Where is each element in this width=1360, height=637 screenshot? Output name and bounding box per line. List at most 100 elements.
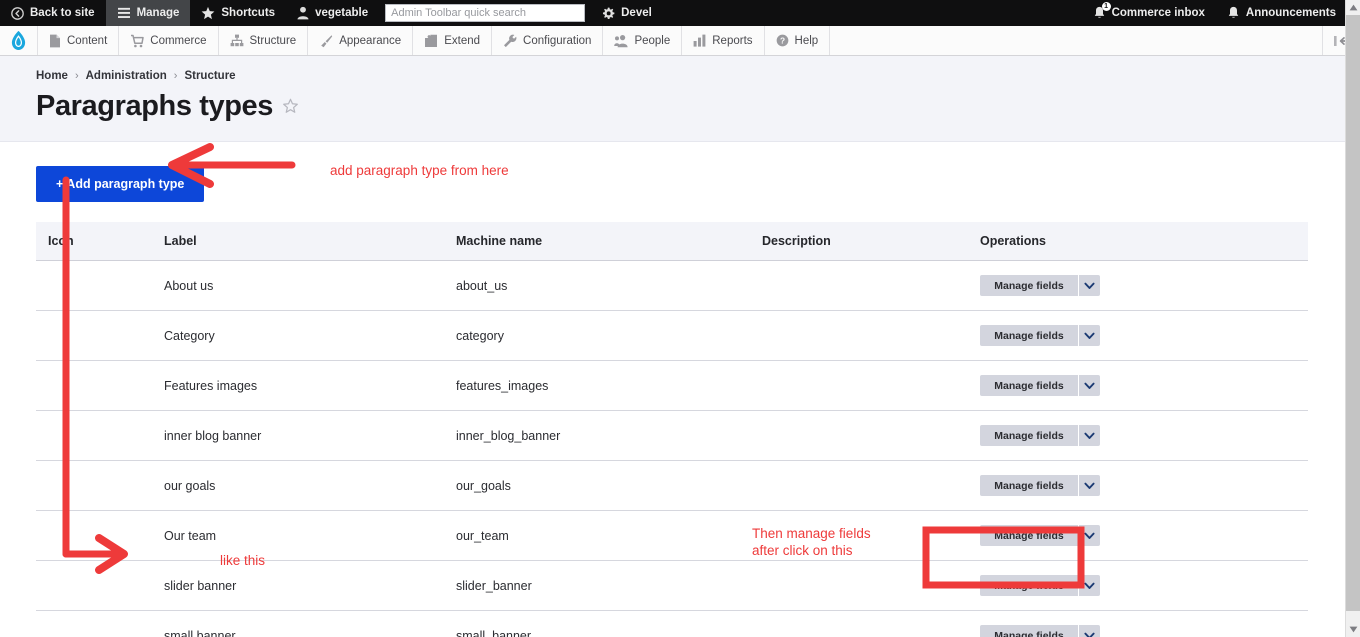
star-icon: [201, 6, 215, 20]
cell-label: Category: [164, 310, 456, 361]
cell-operations: Manage fields: [980, 260, 1308, 311]
cell-icon: [36, 460, 164, 511]
breadcrumb-item-administration[interactable]: Administration: [86, 70, 167, 82]
cell-operations: Manage fields: [980, 410, 1308, 461]
chevron-down-icon[interactable]: [1078, 475, 1100, 496]
scroll-down-button[interactable]: [1346, 622, 1360, 637]
menu-item-reports-label: Reports: [712, 34, 753, 47]
menu-item-help[interactable]: ? Help: [765, 26, 831, 55]
manage-fields-button[interactable]: Manage fields: [980, 475, 1100, 496]
breadcrumb-item-structure[interactable]: Structure: [184, 70, 235, 82]
admin-toolbar-user[interactable]: vegetable: [286, 0, 379, 26]
menu-item-commerce-label: Commerce: [150, 34, 207, 47]
commerce-inbox-badge-count: 1: [1101, 2, 1111, 11]
admin-toolbar-shortcuts[interactable]: Shortcuts: [190, 0, 286, 26]
cell-operations: Manage fields: [980, 610, 1308, 637]
menu-item-appearance[interactable]: Appearance: [308, 26, 414, 55]
cart-icon: [130, 34, 145, 48]
main-content: + Add paragraph type Icon Label Machine …: [0, 142, 1360, 637]
manage-fields-button[interactable]: Manage fields: [980, 325, 1100, 346]
column-header-label: Label: [164, 222, 456, 261]
admin-toolbar-search-wrapper: [379, 0, 591, 26]
scroll-up-button[interactable]: [1346, 0, 1360, 15]
menu-item-commerce[interactable]: Commerce: [119, 26, 219, 55]
scrollbar-thumb[interactable]: [1346, 15, 1360, 611]
chevron-down-icon[interactable]: [1078, 375, 1100, 396]
page-scrollbar[interactable]: [1345, 0, 1360, 637]
cell-description: [762, 260, 980, 311]
column-header-description: Description: [762, 222, 980, 261]
cell-description: [762, 610, 980, 637]
chevron-down-icon[interactable]: [1078, 275, 1100, 296]
cell-machine-name: features_images: [456, 360, 762, 411]
manage-fields-button[interactable]: Manage fields: [980, 575, 1100, 596]
add-paragraph-type-button[interactable]: + Add paragraph type: [36, 166, 205, 202]
cell-description: [762, 460, 980, 511]
manage-fields-label: Manage fields: [994, 629, 1064, 637]
chevron-down-icon[interactable]: [1078, 325, 1100, 346]
cell-label: our goals: [164, 460, 456, 511]
menu-item-content[interactable]: Content: [38, 26, 120, 55]
paintbrush-icon: [319, 34, 333, 48]
user-icon: [297, 6, 309, 20]
admin-toolbar-commerce-inbox[interactable]: 1 Commerce inbox: [1082, 0, 1216, 26]
menu-item-reports[interactable]: Reports: [682, 26, 765, 55]
scroll-down-arrow-icon: [1349, 626, 1358, 633]
menu-item-extend[interactable]: Extend: [413, 26, 493, 55]
cell-operations: Manage fields: [980, 360, 1308, 411]
manage-fields-label: Manage fields: [994, 479, 1064, 492]
people-icon: [614, 34, 629, 48]
puzzle-icon: [424, 34, 438, 48]
chevron-down-icon[interactable]: [1078, 425, 1100, 446]
manage-fields-button[interactable]: Manage fields: [980, 525, 1100, 546]
admin-toolbar-manage[interactable]: Manage: [105, 0, 191, 26]
manage-fields-button[interactable]: Manage fields: [980, 625, 1100, 637]
cell-operations: Manage fields: [980, 310, 1308, 361]
drupal-logo[interactable]: [0, 26, 38, 55]
chevron-down-icon[interactable]: [1078, 575, 1100, 596]
table-row: our goals our_goals Manage fields: [36, 460, 1308, 511]
breadcrumb-separator-1: ›: [74, 70, 79, 82]
menu-item-structure-label: Structure: [249, 34, 297, 47]
star-outline-icon[interactable]: [282, 98, 299, 115]
sitemap-icon: [230, 34, 244, 47]
bar-chart-icon: [693, 34, 706, 47]
breadcrumb-item-home[interactable]: Home: [36, 70, 68, 82]
cell-label: Features images: [164, 360, 456, 411]
cell-machine-name: inner_blog_banner: [456, 410, 762, 461]
cell-description: [762, 360, 980, 411]
manage-fields-label: Manage fields: [994, 579, 1064, 592]
manage-fields-button[interactable]: Manage fields: [980, 425, 1100, 446]
cell-description: [762, 310, 980, 361]
chevron-down-icon[interactable]: [1078, 525, 1100, 546]
manage-fields-label: Manage fields: [994, 279, 1064, 292]
chevron-down-icon[interactable]: [1078, 625, 1100, 637]
menu-item-people[interactable]: People: [603, 26, 683, 55]
admin-toolbar-back-to-site[interactable]: Back to site: [0, 0, 106, 26]
manage-fields-label: Manage fields: [994, 329, 1064, 342]
table-row: inner blog banner inner_blog_banner Manage…: [36, 410, 1308, 461]
search-input[interactable]: [385, 4, 586, 22]
cell-operations: Manage fields: [980, 560, 1308, 611]
column-header-icon: Icon: [36, 222, 164, 261]
manage-fields-button[interactable]: Manage fields: [980, 275, 1100, 296]
page-title-row: Paragraphs types: [36, 90, 1360, 123]
admin-toolbar-user-label: vegetable: [315, 7, 369, 19]
manage-fields-button[interactable]: Manage fields: [980, 375, 1100, 396]
table-row: slider banner slider_banner Manage fields: [36, 560, 1308, 611]
admin-toolbar-devel[interactable]: Devel: [591, 0, 663, 26]
menu-bar-spacer: [830, 26, 1322, 55]
cell-label: About us: [164, 260, 456, 311]
cell-description: [762, 560, 980, 611]
table-row: small banner small_banner Manage fields: [36, 610, 1308, 637]
admin-toolbar-announcements[interactable]: Announcements: [1216, 0, 1360, 26]
menu-item-configuration[interactable]: Configuration: [492, 26, 604, 55]
cell-machine-name: our_goals: [456, 460, 762, 511]
menu-item-structure[interactable]: Structure: [219, 26, 309, 55]
table-header-row: Icon Label Machine name Description Oper…: [36, 222, 1308, 261]
column-header-operations: Operations: [980, 222, 1308, 261]
cell-icon: [36, 560, 164, 611]
hamburger-icon: [117, 7, 131, 19]
svg-text:?: ?: [779, 36, 784, 46]
manage-fields-label: Manage fields: [994, 379, 1064, 392]
